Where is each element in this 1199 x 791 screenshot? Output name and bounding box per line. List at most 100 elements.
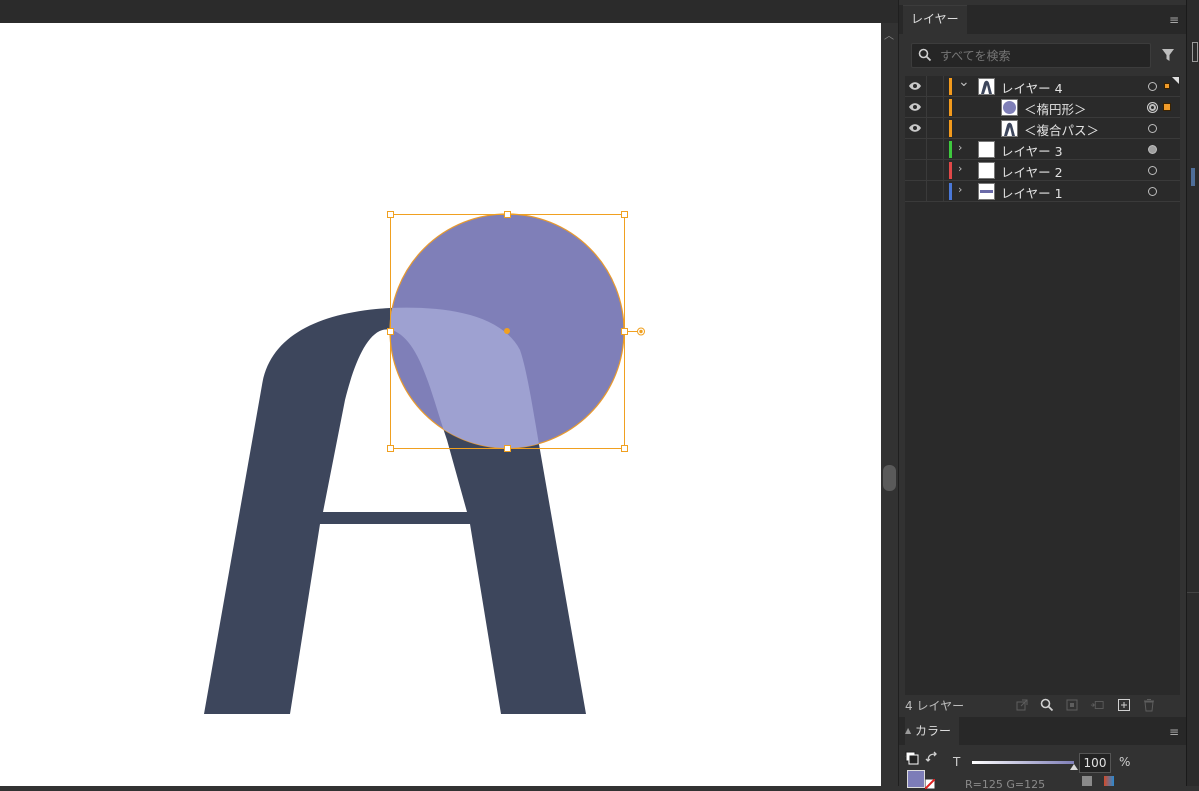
layer-color-bar bbox=[949, 120, 952, 137]
handle-middle-left bbox=[387, 328, 394, 335]
artboard-canvas[interactable] bbox=[0, 23, 881, 786]
dock-panel-edge[interactable] bbox=[1192, 42, 1198, 62]
handle-top-left bbox=[387, 211, 394, 218]
layer-name[interactable]: レイヤー 2 bbox=[1001, 162, 1063, 181]
search-input[interactable] bbox=[940, 47, 1140, 65]
layer-row[interactable]: ＜楕円形＞ bbox=[905, 97, 1180, 118]
visibility-toggle-empty[interactable] bbox=[908, 184, 922, 198]
layer-name[interactable]: レイヤー 1 bbox=[1001, 183, 1063, 202]
none-stroke-swatch[interactable] bbox=[925, 779, 935, 789]
layer-color-bar bbox=[949, 99, 952, 116]
center-point bbox=[504, 328, 510, 334]
layer-thumbnail bbox=[978, 78, 995, 95]
layer-thumbnail bbox=[1001, 120, 1018, 137]
scrollbar-thumb[interactable] bbox=[883, 465, 896, 491]
locate-object-icon[interactable] bbox=[1040, 698, 1054, 712]
tint-slider-knob[interactable] bbox=[1070, 764, 1078, 770]
lock-toggle[interactable] bbox=[927, 181, 943, 202]
layer-color-bar bbox=[949, 141, 952, 158]
layer-color-bar bbox=[949, 183, 952, 200]
color-panel-body: T % R=125 G=125 bbox=[899, 745, 1187, 791]
create-new-layer-icon[interactable] bbox=[1117, 698, 1131, 712]
layer-search-box[interactable] bbox=[911, 43, 1151, 68]
fill-color-swatch[interactable] bbox=[907, 770, 925, 788]
layer-name[interactable]: レイヤー 4 bbox=[1001, 78, 1063, 97]
selection-indicator-square[interactable] bbox=[1164, 83, 1170, 89]
layer-row[interactable]: ⌄ レイヤー 4 bbox=[905, 74, 1180, 97]
lock-toggle[interactable] bbox=[927, 76, 943, 97]
tab-color-label: カラー bbox=[915, 724, 952, 738]
tint-slider[interactable] bbox=[972, 761, 1078, 770]
layer-thumbnail bbox=[978, 162, 995, 179]
visibility-toggle-empty[interactable] bbox=[908, 142, 922, 156]
target-appearance-circle[interactable] bbox=[1148, 82, 1157, 91]
panel-menu-icon[interactable]: ≡ bbox=[1169, 14, 1179, 26]
handle-bottom-left bbox=[387, 445, 394, 452]
color-panel-menu-icon[interactable]: ≡ bbox=[1169, 726, 1179, 738]
layer-row[interactable]: › レイヤー 2 bbox=[905, 160, 1180, 181]
visibility-eye-icon[interactable] bbox=[908, 102, 922, 112]
visibility-eye-icon[interactable] bbox=[908, 123, 922, 133]
export-collect-icon[interactable] bbox=[1015, 698, 1029, 712]
right-dock-strip bbox=[1186, 0, 1199, 786]
search-icon bbox=[918, 48, 932, 62]
handle-bottom-right bbox=[621, 445, 628, 452]
handle-bottom-center bbox=[504, 445, 511, 452]
lock-toggle[interactable] bbox=[927, 97, 943, 118]
lock-toggle[interactable] bbox=[927, 118, 943, 139]
chevron-right-icon[interactable]: › bbox=[958, 183, 962, 196]
layers-panel: レイヤー ≡ ⌄レイヤー 4＜楕円形＞＜複合パス＞›レイヤー 3›レイヤー 2›… bbox=[898, 0, 1187, 791]
lock-toggle[interactable] bbox=[927, 160, 943, 181]
tab-layers[interactable]: レイヤー bbox=[903, 5, 967, 34]
selection-indicator-square[interactable] bbox=[1163, 103, 1171, 111]
default-fill-stroke-icon[interactable] bbox=[905, 751, 919, 765]
artwork-svg[interactable] bbox=[0, 23, 881, 786]
layer-row[interactable]: ＜複合パス＞ bbox=[905, 118, 1180, 139]
layer-thumbnail bbox=[978, 183, 995, 200]
out-of-gamut-swatch[interactable] bbox=[1082, 776, 1092, 786]
layer-count: 4 レイヤー bbox=[905, 699, 965, 713]
dock-highlight bbox=[1191, 168, 1195, 186]
layer-color-bar bbox=[949, 162, 952, 179]
layer-color-bar bbox=[949, 78, 952, 95]
tint-value-input[interactable] bbox=[1079, 753, 1111, 773]
layer-name[interactable]: レイヤー 3 bbox=[1001, 141, 1063, 160]
target-appearance-circle[interactable] bbox=[1148, 145, 1157, 154]
row-divider bbox=[943, 181, 944, 202]
row-divider bbox=[943, 97, 944, 118]
create-sublayer-icon[interactable] bbox=[1090, 698, 1104, 712]
filter-icon[interactable] bbox=[1161, 48, 1175, 62]
chevron-right-icon[interactable]: › bbox=[958, 162, 962, 175]
pie-widget-dot bbox=[639, 329, 643, 334]
chevron-down-icon[interactable]: ⌄ bbox=[958, 74, 970, 90]
swap-fill-stroke-icon[interactable] bbox=[925, 751, 939, 765]
delete-layer-icon[interactable] bbox=[1142, 698, 1156, 712]
scroll-up-icon[interactable]: ︿ bbox=[884, 27, 894, 42]
target-appearance-circle[interactable] bbox=[1148, 124, 1157, 133]
row-divider bbox=[943, 139, 944, 160]
color-panel-header: ▲▼ カラー ≡ bbox=[899, 717, 1187, 763]
chevron-right-icon[interactable]: › bbox=[958, 141, 962, 154]
lock-toggle[interactable] bbox=[927, 139, 943, 160]
dock-divider bbox=[1187, 592, 1199, 593]
target-appearance-circle[interactable] bbox=[1147, 102, 1158, 113]
layer-name[interactable]: ＜楕円形＞ bbox=[1024, 99, 1087, 118]
layer-name[interactable]: ＜複合パス＞ bbox=[1024, 120, 1099, 139]
target-appearance-circle[interactable] bbox=[1148, 187, 1157, 196]
layers-panel-tabbar: レイヤー ≡ bbox=[899, 5, 1187, 34]
row-divider bbox=[943, 118, 944, 139]
layer-row[interactable]: › レイヤー 1 bbox=[905, 181, 1180, 202]
target-appearance-circle[interactable] bbox=[1148, 166, 1157, 175]
layer-row[interactable]: › レイヤー 3 bbox=[905, 139, 1180, 160]
tab-color[interactable]: ▲▼ カラー bbox=[905, 717, 960, 763]
make-clipping-mask-icon[interactable] bbox=[1065, 698, 1079, 712]
percent-label: % bbox=[1119, 755, 1131, 769]
row-divider bbox=[943, 160, 944, 181]
visibility-toggle-empty[interactable] bbox=[908, 163, 922, 177]
layers-panel-footer: 4 レイヤー bbox=[905, 697, 1180, 714]
canvas-vertical-scrollbar[interactable]: ︿ bbox=[881, 23, 898, 786]
visibility-eye-icon[interactable] bbox=[908, 81, 922, 91]
spectrum-swatch[interactable] bbox=[1104, 776, 1114, 786]
handle-top-right bbox=[621, 211, 628, 218]
selection-corner-indicator-icon bbox=[1172, 77, 1179, 84]
